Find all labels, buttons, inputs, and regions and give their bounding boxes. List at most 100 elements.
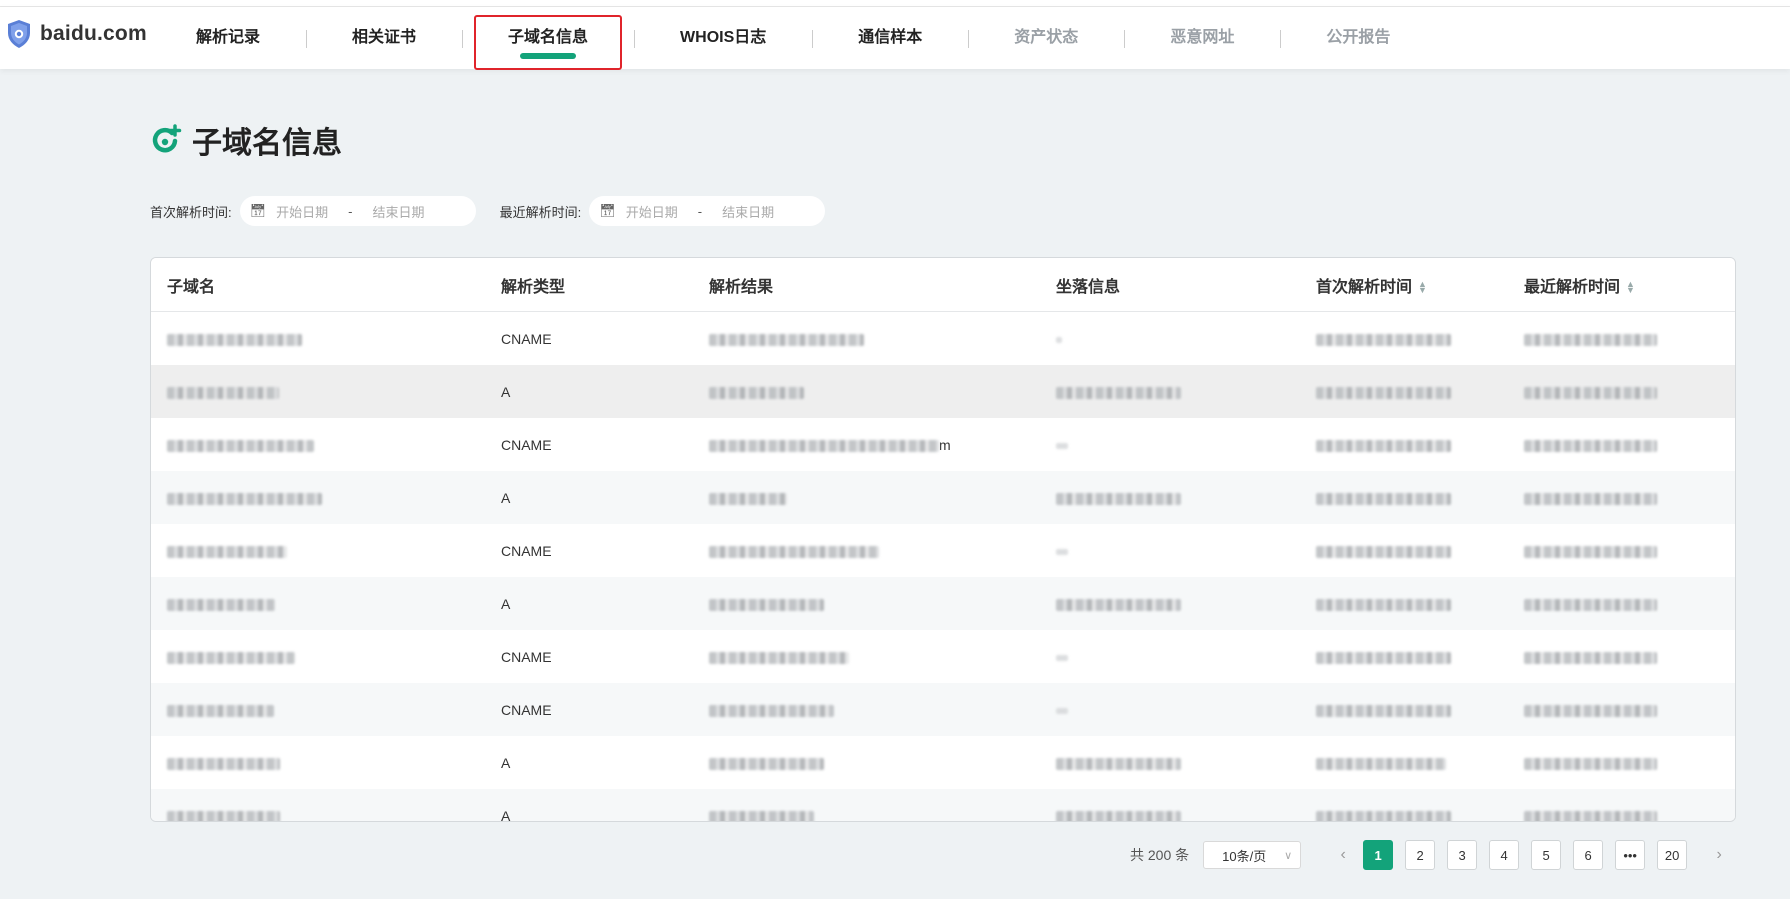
location-cell xyxy=(1040,789,1300,821)
redacted-value xyxy=(1056,442,1068,449)
tab-6[interactable]: 恶意网址 xyxy=(1124,7,1280,69)
location-cell xyxy=(1040,736,1300,789)
page-button[interactable]: 6 xyxy=(1573,840,1604,870)
redacted-value xyxy=(1056,386,1181,399)
page-button[interactable]: 20 xyxy=(1657,840,1688,870)
brand-name: baidu.com xyxy=(40,22,147,45)
type-cell: CNAME xyxy=(501,436,552,453)
col-recent-time[interactable]: 最近解析时间 ▲ ▼ xyxy=(1508,258,1735,312)
redacted-value xyxy=(709,492,787,505)
tab-3[interactable]: WHOIS日志 xyxy=(634,7,812,69)
redacted-value xyxy=(1056,654,1068,661)
result-suffix: m xyxy=(939,436,951,453)
end-date-input[interactable]: 结束日期 xyxy=(373,202,425,221)
location-cell xyxy=(1040,418,1300,471)
recent-time-cell xyxy=(1508,471,1735,524)
range-separator: - xyxy=(348,203,353,219)
redacted-value xyxy=(709,598,824,611)
redacted-value xyxy=(709,545,879,558)
tab-0[interactable]: 解析记录 xyxy=(150,7,306,69)
redacted-value xyxy=(1056,810,1181,821)
tab-label: WHOIS日志 xyxy=(680,29,767,46)
tab-7[interactable]: 公开报告 xyxy=(1280,7,1436,69)
first-time-cell xyxy=(1300,418,1508,471)
page-button[interactable]: 3 xyxy=(1447,840,1478,870)
tab-label: 恶意网址 xyxy=(1170,29,1235,46)
redacted-value xyxy=(1316,651,1451,664)
recent-time-cell xyxy=(1508,736,1735,789)
more-pages-button[interactable]: ••• xyxy=(1615,840,1646,870)
page-button[interactable]: 5 xyxy=(1531,840,1562,870)
sort-icon[interactable]: ▲ ▼ xyxy=(1418,280,1427,295)
result-cell xyxy=(693,365,1040,418)
end-date-input[interactable]: 结束日期 xyxy=(722,202,774,221)
redacted-value xyxy=(167,810,280,821)
tab-1[interactable]: 相关证书 xyxy=(306,7,462,69)
location-cell xyxy=(1040,577,1300,630)
active-tab-highlight-box xyxy=(474,15,623,70)
table-row[interactable]: CNAME xyxy=(151,683,1735,736)
total-count: 共 200 条 xyxy=(1130,847,1190,863)
table-row[interactable]: A xyxy=(151,365,1735,418)
redacted-value xyxy=(709,386,804,399)
sort-icon[interactable]: ▲ ▼ xyxy=(1626,280,1635,295)
recent-time-cell xyxy=(1508,683,1735,736)
redacted-value xyxy=(167,757,280,770)
calendar-icon: 📅︎ xyxy=(249,203,267,218)
redacted-value xyxy=(709,757,824,770)
type-cell: A xyxy=(485,577,693,630)
page-button[interactable]: 2 xyxy=(1405,840,1436,870)
col-result: 解析结果 xyxy=(693,258,1040,312)
redacted-value xyxy=(1524,333,1657,346)
start-date-input[interactable]: 开始日期 xyxy=(626,202,678,221)
first-time-cell xyxy=(1300,736,1508,789)
page-size-select[interactable]: 10条/页 ∨ xyxy=(1203,841,1302,869)
redacted-value xyxy=(1056,548,1068,555)
type-cell: A xyxy=(485,471,693,524)
col-first-time-label: 首次解析时间 xyxy=(1316,278,1413,296)
table-row[interactable]: A xyxy=(151,577,1735,630)
redacted-value xyxy=(1524,545,1657,558)
page-button[interactable]: 4 xyxy=(1489,840,1520,870)
result-cell xyxy=(693,630,1040,683)
redacted-value xyxy=(1524,810,1657,821)
first-resolve-range-picker[interactable]: 📅︎ 开始日期 - 结束日期 xyxy=(239,196,476,226)
table-row[interactable]: CNAME xyxy=(151,312,1735,366)
location-cell xyxy=(1040,471,1300,524)
first-time-cell xyxy=(1300,683,1508,736)
table-row[interactable]: A xyxy=(151,471,1735,524)
redacted-value xyxy=(1316,333,1451,346)
table-row[interactable]: CNAME xyxy=(151,630,1735,683)
tab-5[interactable]: 资产状态 xyxy=(968,7,1124,69)
redacted-value xyxy=(167,386,279,399)
page-button[interactable]: 1 xyxy=(1363,840,1394,870)
next-page-button[interactable]: › xyxy=(1709,846,1729,864)
tab-2[interactable]: 子域名信息 xyxy=(462,7,634,70)
tab-label: 相关证书 xyxy=(352,29,417,46)
start-date-input[interactable]: 开始日期 xyxy=(276,202,328,221)
table-row[interactable]: CNAME m xyxy=(151,418,1735,471)
recent-time-cell xyxy=(1508,789,1735,821)
tab-4[interactable]: 通信样本 xyxy=(812,7,968,69)
subdomain-cell xyxy=(151,312,485,366)
table-row[interactable]: CNAME xyxy=(151,524,1735,577)
redacted-value xyxy=(709,333,864,346)
col-location: 坐落信息 xyxy=(1040,258,1300,312)
subdomain-cell xyxy=(151,524,485,577)
brand-logo[interactable]: baidu.com xyxy=(6,19,147,49)
subdomain-icon xyxy=(152,124,182,153)
redacted-value xyxy=(167,704,274,717)
col-subdomain: 子域名 xyxy=(151,258,485,312)
redacted-value xyxy=(1316,757,1446,770)
page-title: 子域名信息 xyxy=(150,118,342,162)
redacted-value xyxy=(1524,598,1657,611)
prev-page-button[interactable]: ‹ xyxy=(1333,846,1353,864)
recent-resolve-range-picker[interactable]: 📅︎ 开始日期 - 结束日期 xyxy=(589,196,826,226)
location-cell xyxy=(1040,365,1300,418)
recent-time-cell xyxy=(1508,524,1735,577)
calendar-icon: 📅︎ xyxy=(599,203,616,218)
col-first-time[interactable]: 首次解析时间 ▲ ▼ xyxy=(1300,258,1508,312)
table-row[interactable]: A xyxy=(151,789,1735,821)
table-row[interactable]: A xyxy=(151,736,1735,789)
location-cell xyxy=(1040,312,1300,366)
